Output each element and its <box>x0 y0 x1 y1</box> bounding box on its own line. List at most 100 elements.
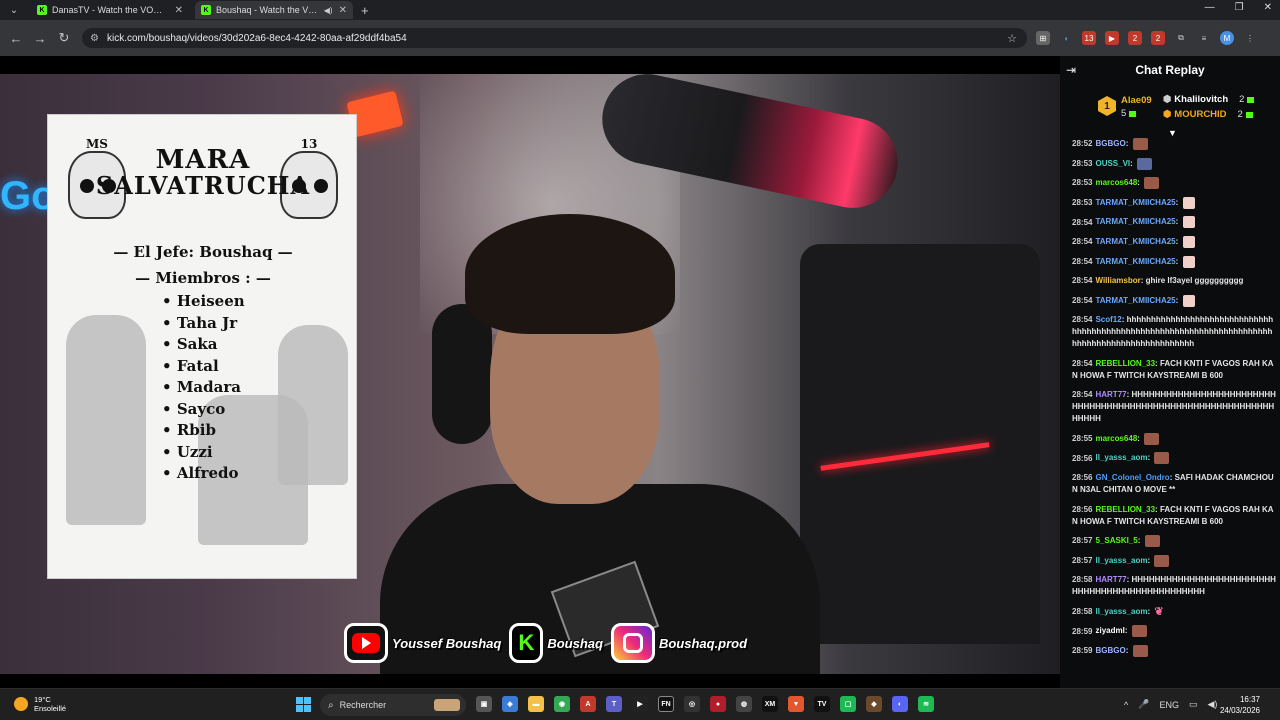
message-username[interactable]: TARMAT_KMIICHA25 <box>1095 296 1175 305</box>
monitor-icon[interactable]: ▭ <box>1189 699 1198 710</box>
leader-item[interactable]: Alae09 <box>1121 95 1152 106</box>
member-item: Uzzi <box>162 442 245 464</box>
message-username[interactable]: ll_yasss_aom <box>1095 607 1147 616</box>
address-bar[interactable]: ⚙ kick.com/boushaq/videos/30d202a6-8ec4-… <box>82 28 1027 48</box>
adobe-app-icon[interactable]: A <box>580 696 596 712</box>
gamepad-icon[interactable]: ◎ <box>684 696 700 712</box>
emote-icon <box>1182 294 1195 307</box>
chat-message: 28:54 TARMAT_KMIICHA25: <box>1072 236 1276 249</box>
message-time: 28:59 <box>1072 626 1093 636</box>
chrome-icon[interactable]: ◉ <box>554 696 570 712</box>
chat-message: 28:57 ll_yasss_aom: <box>1072 554 1276 567</box>
brave-icon[interactable]: ▼ <box>788 696 804 712</box>
kick-app-icon[interactable]: ▢ <box>840 696 856 712</box>
message-username[interactable]: TARMAT_KMIICHA25 <box>1095 198 1175 207</box>
collapse-chat-icon[interactable]: ⇥ <box>1066 63 1076 77</box>
message-username[interactable]: HART77 <box>1095 575 1126 584</box>
youtube-app-icon[interactable]: ▶ <box>632 696 648 712</box>
youtube-extension-icon[interactable]: ▶ <box>1105 31 1119 45</box>
weather-desc: Ensoleillé <box>34 704 67 713</box>
message-username[interactable]: ziyadml <box>1095 627 1124 636</box>
video-player[interactable]: Go MS 13 MARA SALVATRUCHA — El Jefe: Bou… <box>0 56 1060 688</box>
message-separator: : <box>1147 555 1153 565</box>
spotify-icon[interactable]: ≋ <box>918 696 934 712</box>
bookmark-star-icon[interactable]: ☆ <box>1007 32 1017 45</box>
leader-item[interactable]: ⬢ MOURCHID 2 <box>1163 109 1253 120</box>
message-username[interactable]: marcos648 <box>1095 434 1137 443</box>
extension-badge-icon[interactable]: 13 <box>1082 31 1096 45</box>
close-tab-icon[interactable]: ✕ <box>175 5 183 16</box>
message-username[interactable]: OUSS_VI <box>1095 159 1130 168</box>
youtube-play <box>352 633 380 653</box>
close-tab-icon[interactable]: ✕ <box>339 5 347 16</box>
message-username[interactable]: GN_Colonel_Ondro <box>1095 473 1169 482</box>
github-icon[interactable]: ◍ <box>736 696 752 712</box>
extension-badge-icon[interactable]: 2 <box>1128 31 1142 45</box>
message-username[interactable]: REBELLION_33 <box>1095 505 1155 514</box>
forward-icon[interactable]: → <box>28 31 52 46</box>
profile-avatar[interactable]: M <box>1220 31 1234 45</box>
teams-icon[interactable]: T <box>606 696 622 712</box>
message-separator: : <box>1147 453 1153 463</box>
new-tab-button[interactable]: + <box>361 3 369 18</box>
message-time: 28:53 <box>1072 158 1093 168</box>
volume-icon[interactable]: ◀) <box>1207 699 1217 710</box>
taskbar-clock[interactable]: 16:37 24/03/2026 <box>1220 694 1260 716</box>
chat-header: ⇥ Chat Replay <box>1060 56 1280 84</box>
tradingview-icon[interactable]: TV <box>814 696 830 712</box>
extensions-puzzle-icon[interactable]: ⧉ <box>1174 31 1188 45</box>
url-text[interactable]: kick.com/boushaq/videos/30d202a6-8ec4-42… <box>107 33 407 44</box>
leader-item[interactable]: ⬢ Khalilovitch 2 <box>1163 94 1255 105</box>
message-separator: : <box>1125 139 1131 149</box>
message-username[interactable]: HART77 <box>1095 390 1126 399</box>
xm-app-icon[interactable]: XM <box>762 696 778 712</box>
reload-icon[interactable]: ↻ <box>52 30 76 46</box>
message-username[interactable]: Williamsbor <box>1095 276 1140 285</box>
message-username[interactable]: TARMAT_KMIICHA25 <box>1095 218 1175 227</box>
taskbar-search[interactable]: ⌕ Rechercher <box>320 694 466 716</box>
kick-icon: K <box>509 623 544 663</box>
tab-boushaq[interactable]: K Boushaq - Watch the VOD o ◀) ✕ <box>195 1 353 19</box>
reading-list-icon[interactable]: ≡ <box>1197 31 1211 45</box>
weather-widget[interactable]: 19°C Ensoleillé <box>14 695 66 713</box>
minimize-icon[interactable]: — <box>1205 2 1215 13</box>
leader-count: 5 <box>1121 108 1137 119</box>
back-icon[interactable]: ← <box>4 31 28 46</box>
message-username[interactable]: 5_SASKI_5 <box>1095 536 1137 545</box>
maximize-icon[interactable]: ❐ <box>1235 2 1244 13</box>
discord-icon[interactable]: ◐ <box>892 696 908 712</box>
file-explorer-icon[interactable]: ▬ <box>528 696 544 712</box>
fn-app-icon[interactable]: FN <box>658 696 674 712</box>
message-username[interactable]: TARMAT_KMIICHA25 <box>1095 237 1175 246</box>
copilot-icon[interactable]: ◈ <box>502 696 518 712</box>
poster-title: MARA SALVATRUCHA <box>48 147 358 199</box>
extension-badge-icon[interactable]: 2 <box>1151 31 1165 45</box>
message-username[interactable]: marcos648 <box>1095 178 1137 187</box>
site-info-icon[interactable]: ⚙ <box>90 33 99 44</box>
tab-search-icon[interactable]: ⌄ <box>3 1 25 19</box>
message-username[interactable]: Scof12 <box>1095 315 1121 324</box>
extension-icon[interactable]: ◖ <box>1059 31 1073 45</box>
language-indicator[interactable]: ENG <box>1159 700 1179 710</box>
extension-icon[interactable]: ⊞ <box>1036 31 1050 45</box>
sun-icon <box>14 697 28 711</box>
task-view-icon[interactable]: ▣ <box>476 696 492 712</box>
message-username[interactable]: ll_yasss_aom <box>1095 454 1147 463</box>
message-time: 28:52 <box>1072 139 1093 149</box>
microphone-icon[interactable]: 🎤 <box>1138 699 1149 710</box>
tab-danastv[interactable]: K DanasTV - Watch the VOD on Ki ✕ <box>31 1 189 19</box>
message-username[interactable]: BGBGO <box>1095 646 1125 655</box>
speaker-icon[interactable]: ◀) <box>324 6 333 15</box>
filter-icon[interactable]: ▼ <box>1168 128 1177 138</box>
windows-start-icon[interactable] <box>296 697 311 712</box>
message-username[interactable]: ll_yasss_aom <box>1095 556 1147 565</box>
tray-chevron-icon[interactable]: ^ <box>1124 700 1128 710</box>
emote-icon <box>1137 157 1153 170</box>
red-app-icon[interactable]: ● <box>710 696 726 712</box>
message-username[interactable]: REBELLION_33 <box>1095 359 1155 368</box>
message-username[interactable]: TARMAT_KMIICHA25 <box>1095 257 1175 266</box>
menu-icon[interactable]: ⋮ <box>1243 31 1257 45</box>
close-window-icon[interactable]: ✕ <box>1264 2 1272 13</box>
message-username[interactable]: BGBGO <box>1095 139 1125 148</box>
game-app-icon[interactable]: ◆ <box>866 696 882 712</box>
